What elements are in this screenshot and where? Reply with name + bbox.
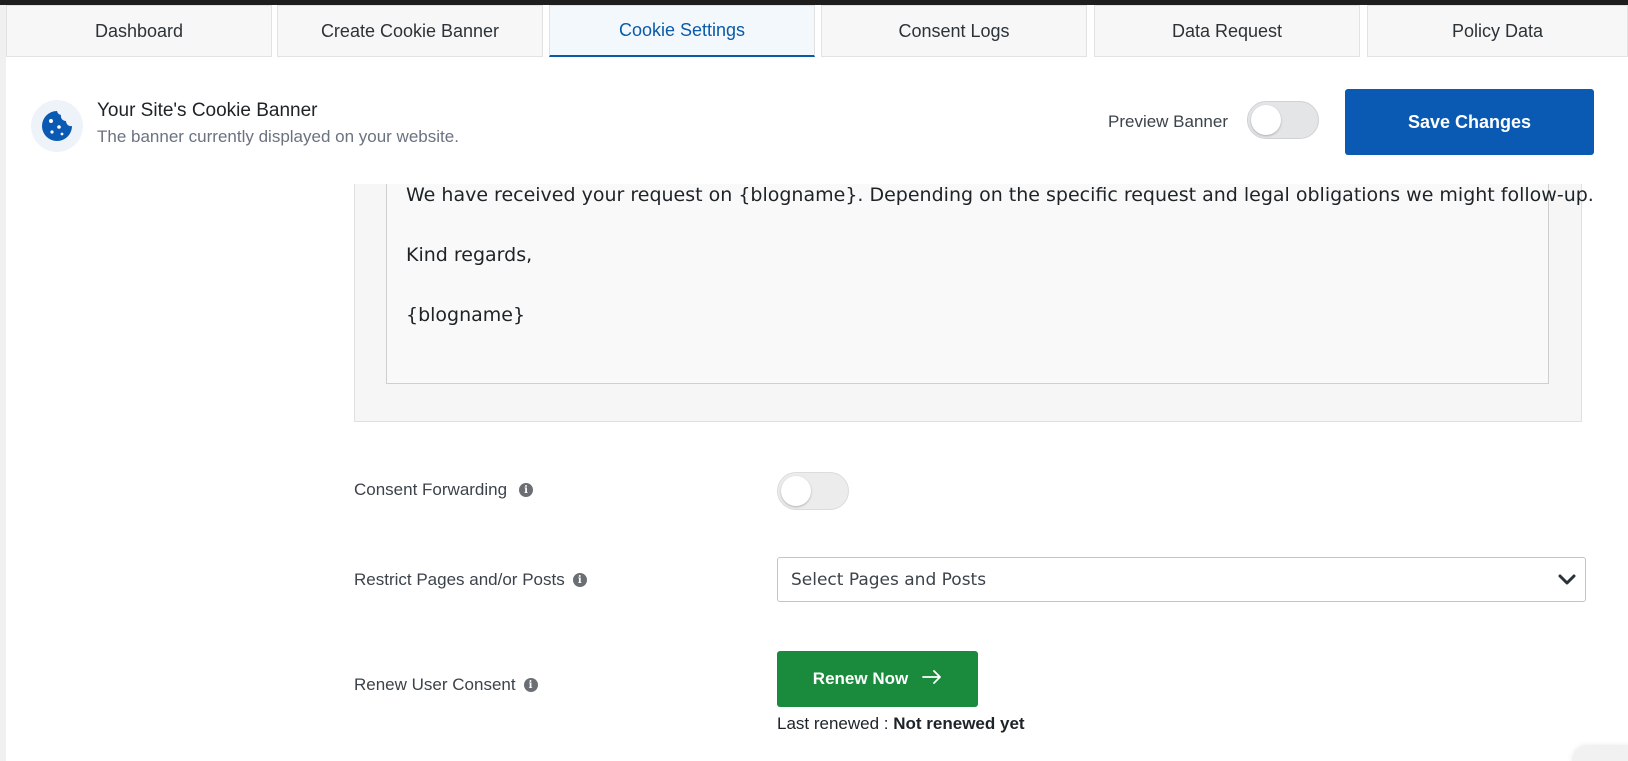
email-body-editor[interactable] [386, 184, 1549, 384]
renew-consent-label: Renew User Consent i [354, 675, 538, 695]
cookie-icon [31, 100, 83, 152]
arrow-right-icon [922, 669, 942, 689]
save-changes-button[interactable]: Save Changes [1345, 89, 1594, 155]
renew-consent-text: Renew User Consent [354, 675, 516, 694]
consent-forwarding-label: Consent Forwarding i [354, 480, 534, 500]
tab-label: Dashboard [94, 20, 184, 41]
tab-cookie-settings[interactable]: Cookie Settings [549, 5, 815, 57]
restrict-pages-label: Restrict Pages and/or Posts i [354, 570, 587, 590]
info-icon[interactable]: i [572, 573, 587, 587]
last-renewed-value: Not renewed yet [893, 714, 1025, 733]
page-title: Your Site's Cookie Banner [97, 100, 318, 121]
page: Dashboard Create Cookie Banner Cookie Se… [0, 0, 1628, 761]
tab-consent-logs[interactable]: Consent Logs [821, 5, 1087, 57]
info-icon[interactable]: i [523, 678, 538, 692]
preview-banner-label: Preview Banner [1108, 112, 1229, 131]
tab-create-cookie-banner[interactable]: Create Cookie Banner [277, 5, 543, 57]
floating-widget[interactable] [1572, 745, 1628, 761]
renew-now-button[interactable]: Renew Now [777, 651, 978, 707]
chevron-down-icon [1557, 570, 1577, 595]
last-renewed-prefix: Last renewed : [777, 714, 889, 733]
last-renewed-status: Last renewed : Not renewed yet [777, 714, 1025, 734]
email-body-line: We have received your request on {blogna… [406, 184, 1594, 206]
restrict-pages-select[interactable]: Select Pages and Posts [777, 557, 1586, 602]
page-subtitle: The banner currently displayed on your w… [97, 127, 459, 146]
info-icon[interactable]: i [519, 483, 534, 497]
tab-label: Create Cookie Banner [320, 20, 500, 41]
toggle-knob [781, 476, 811, 506]
tab-label: Data Request [1171, 20, 1283, 41]
tab-label: Cookie Settings [618, 20, 746, 40]
restrict-pages-text: Restrict Pages and/or Posts [354, 570, 565, 589]
banner-header: Your Site's Cookie Banner The banner cur… [6, 60, 1628, 184]
tab-dashboard[interactable]: Dashboard [6, 5, 272, 57]
tab-bar: Dashboard Create Cookie Banner Cookie Se… [6, 5, 1628, 59]
consent-forwarding-toggle[interactable] [777, 472, 849, 510]
email-body-line: {blogname} [406, 304, 526, 326]
tab-policy-data[interactable]: Policy Data [1367, 5, 1628, 57]
select-placeholder: Select Pages and Posts [791, 569, 987, 590]
tab-data-request[interactable]: Data Request [1094, 5, 1360, 57]
email-body-line: Kind regards, [406, 244, 533, 266]
preview-banner-toggle[interactable] [1247, 101, 1319, 139]
toggle-knob [1251, 105, 1281, 135]
renew-now-label: Renew Now [812, 669, 909, 688]
tab-label: Consent Logs [898, 20, 1010, 41]
tab-label: Policy Data [1451, 20, 1544, 41]
consent-forwarding-text: Consent Forwarding [354, 480, 508, 499]
